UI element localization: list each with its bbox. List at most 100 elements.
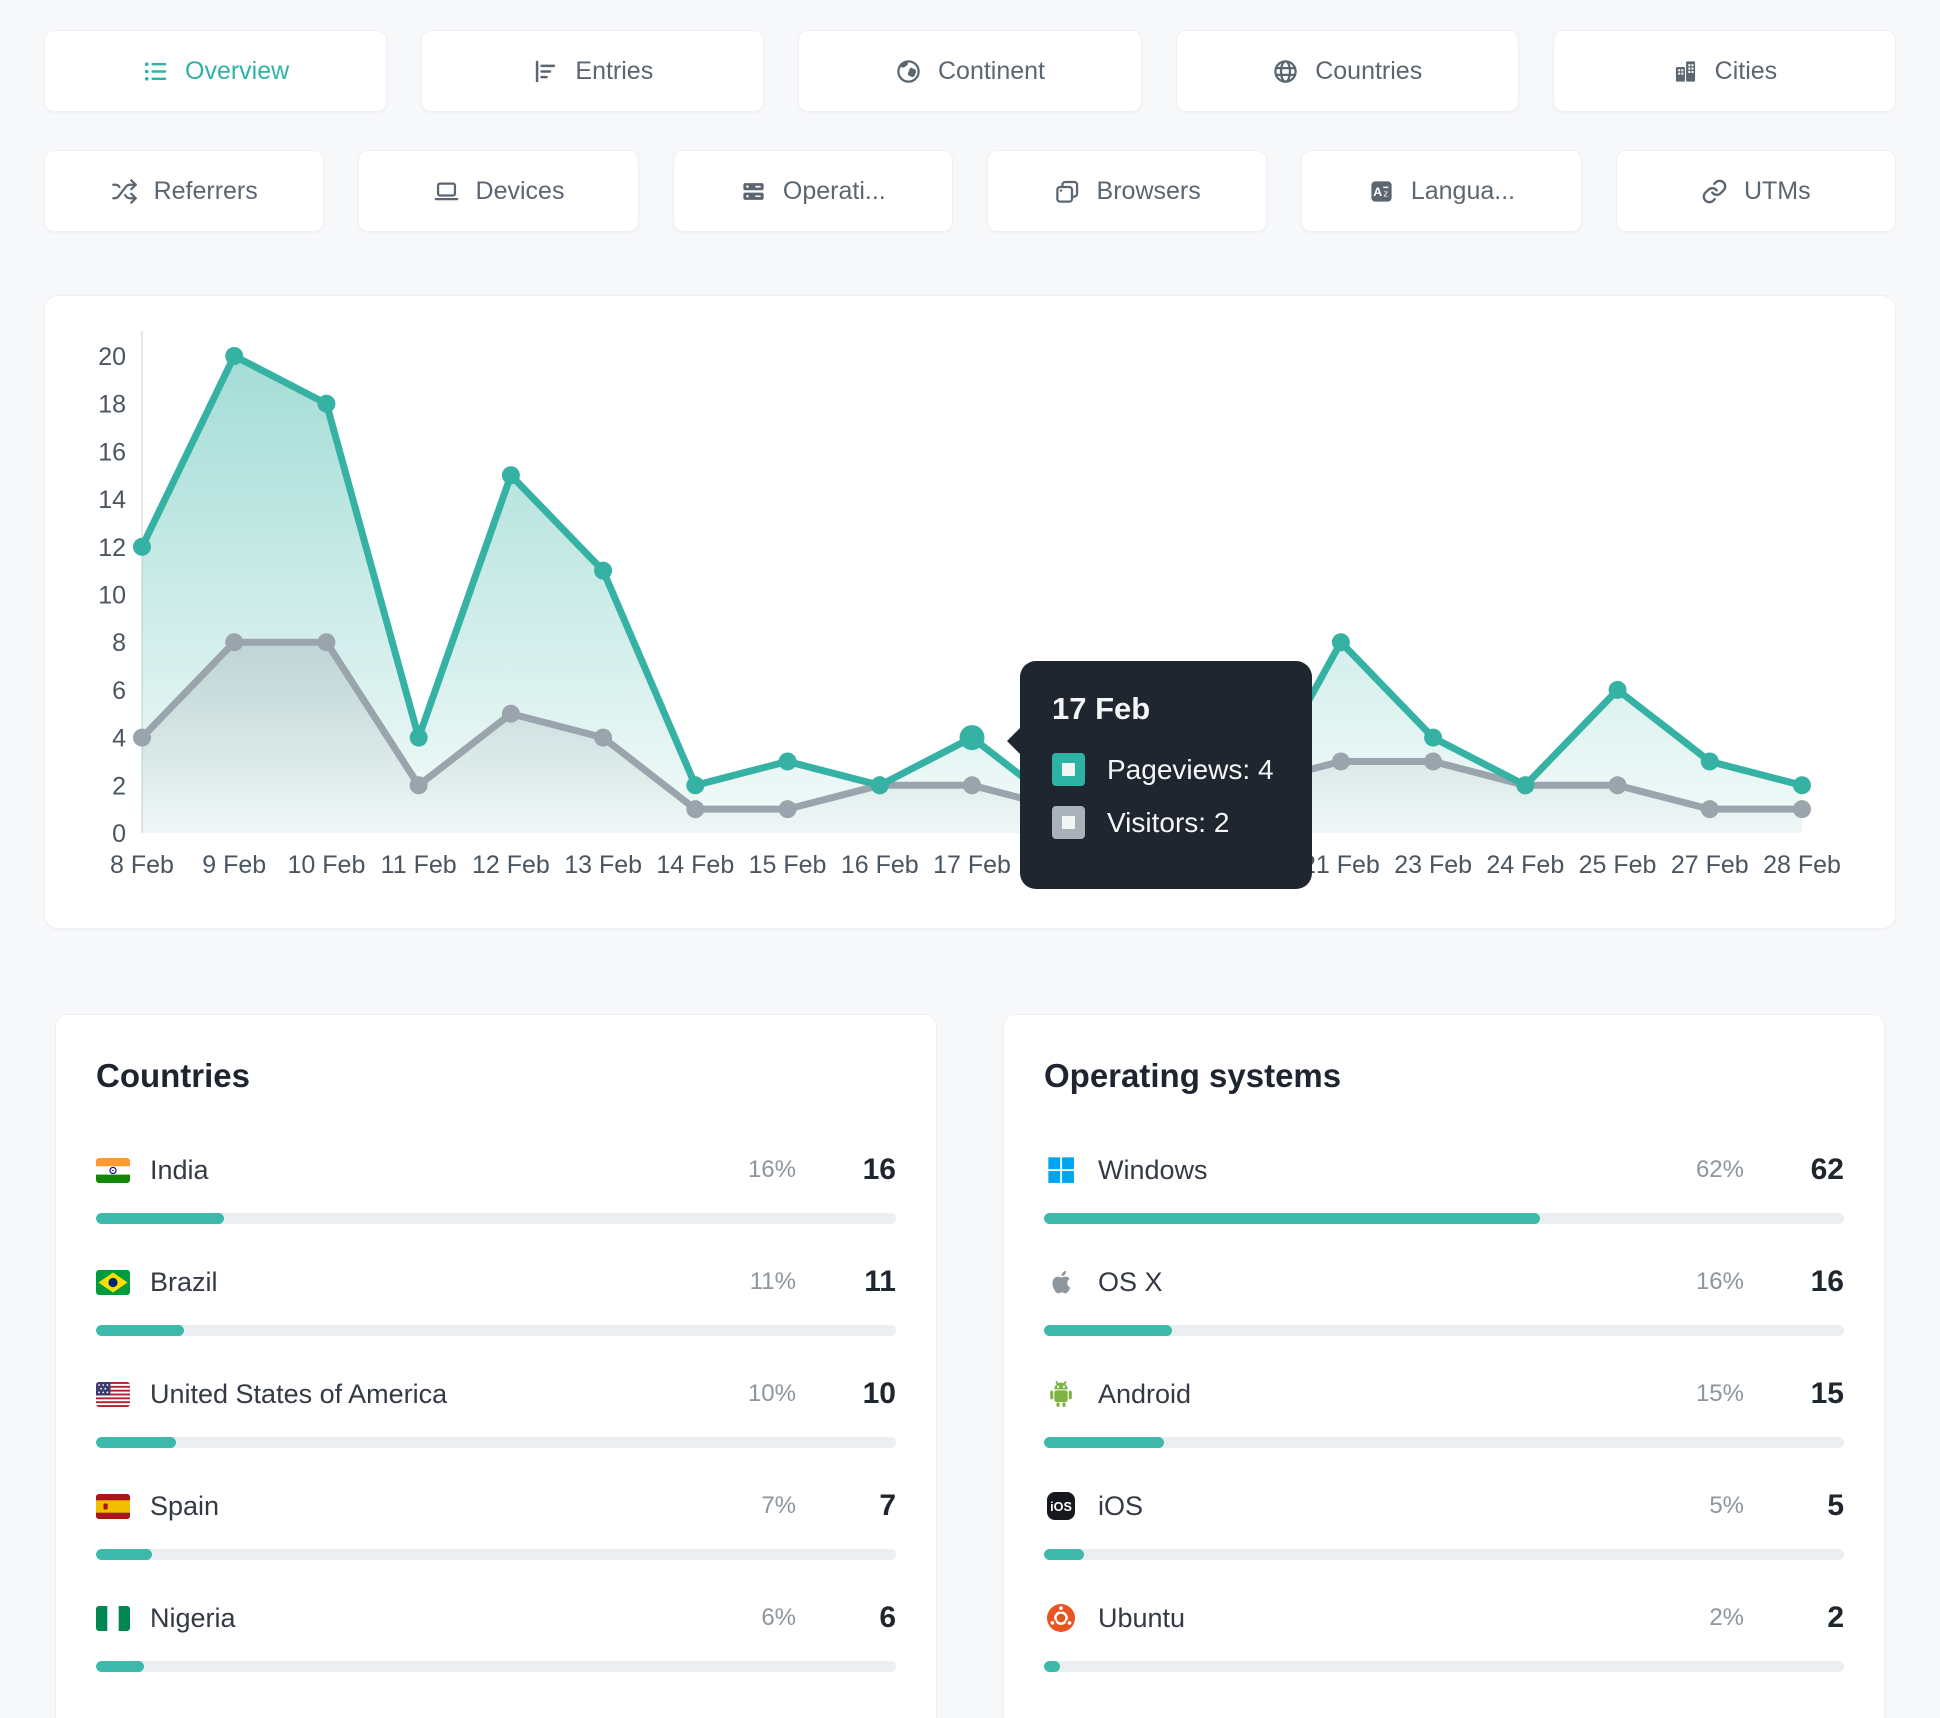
os-name: OS X <box>1098 1266 1163 1297</box>
progress-track <box>96 1325 896 1336</box>
svg-text:14: 14 <box>98 486 126 514</box>
progress-fill <box>1044 1213 1540 1224</box>
list-item-india[interactable]: India 16% 16 <box>96 1153 896 1224</box>
list-item-osx[interactable]: OS X 16% 16 <box>1044 1265 1844 1336</box>
country-percent: 11% <box>749 1268 796 1295</box>
tab-label: Countries <box>1315 56 1423 85</box>
tab-label: Browsers <box>1096 176 1201 205</box>
os-name: Windows <box>1098 1154 1208 1185</box>
list-item-spain[interactable]: Spain 7% 7 <box>96 1489 896 1560</box>
svg-text:25 Feb: 25 Feb <box>1579 851 1657 879</box>
progress-fill <box>96 1549 152 1560</box>
country-percent: 6% <box>761 1604 796 1631</box>
buildings-icon <box>1672 58 1699 85</box>
tab-devices[interactable]: Devices <box>358 150 639 232</box>
progress-track <box>1044 1213 1844 1224</box>
tab-utms[interactable]: UTMs <box>1615 150 1896 232</box>
tab-label: Entries <box>575 56 654 85</box>
list-item-windows[interactable]: Windows 62% 62 <box>1044 1153 1844 1224</box>
earth-icon <box>895 58 922 85</box>
svg-text:z: z <box>1383 188 1388 199</box>
panel-title: Operating systems <box>1044 1057 1342 1094</box>
ubuntu-logo-icon <box>1044 1602 1078 1634</box>
tab-label: Langua... <box>1410 176 1516 205</box>
progress-track <box>1044 1549 1844 1560</box>
line-chart-svg[interactable]: 0 2 4 6 8 10 12 14 16 18 20 8 Feb 9 Feb 10 Feb 11 Feb 1… <box>45 296 1890 896</box>
tooltip-visitors-text: Visitors: 2 <box>1107 806 1230 838</box>
country-percent: 7% <box>761 1492 796 1519</box>
list-item-brazil[interactable]: Brazil 11% 11 <box>96 1265 896 1336</box>
progress-fill <box>96 1325 184 1336</box>
tooltip-pageviews-text: Pageviews: 4 <box>1107 753 1274 785</box>
shuffle-icon <box>111 178 138 205</box>
svg-text:20: 20 <box>98 343 126 371</box>
android-logo-icon <box>1044 1378 1078 1410</box>
progress-track <box>96 1549 896 1560</box>
tab-languages[interactable]: Az Langua... <box>1301 150 1582 232</box>
tab-cities[interactable]: Cities <box>1552 30 1897 112</box>
operating-systems-panel: Operating systems Windows 62% 62 OS X 16… <box>1003 1014 1885 1718</box>
progress-fill <box>96 1661 144 1672</box>
tab-countries[interactable]: Countries <box>1175 30 1519 112</box>
tab-continent[interactable]: Continent <box>798 30 1142 112</box>
windows-logo-icon <box>1044 1154 1078 1186</box>
server-icon <box>740 178 767 205</box>
svg-text:16: 16 <box>98 438 126 466</box>
progress-fill <box>96 1213 224 1224</box>
chart-tooltip: 17 Feb Pageviews: 4 Visitors: 2 <box>1007 661 1312 889</box>
svg-text:0: 0 <box>112 820 126 848</box>
svg-text:A: A <box>1373 185 1382 199</box>
stats-panels: Countries India 16% 16 Brazil 11% 11 Uni… <box>44 1014 1896 1718</box>
tab-overview[interactable]: Overview <box>44 30 388 112</box>
tooltip-date: 17 Feb <box>1052 691 1151 726</box>
list-item-android[interactable]: Android 15% 15 <box>1044 1377 1844 1448</box>
india-flag <box>96 1157 130 1183</box>
progress-track <box>1044 1437 1844 1448</box>
os-percent: 62% <box>1695 1156 1744 1183</box>
nigeria-flag <box>96 1605 130 1631</box>
tab-label: Overview <box>185 56 290 85</box>
browser-windows-icon <box>1054 178 1081 205</box>
list-item-nigeria[interactable]: Nigeria 6% 6 <box>96 1601 896 1672</box>
bar-chart-icon <box>532 58 559 85</box>
tab-label: UTMs <box>1743 176 1811 205</box>
progress-fill <box>1044 1437 1164 1448</box>
tab-entries[interactable]: Entries <box>421 30 765 112</box>
spain-flag <box>96 1493 130 1519</box>
country-count: 11 <box>864 1265 896 1298</box>
progress-fill <box>1044 1549 1084 1560</box>
svg-text:9 Feb: 9 Feb <box>202 851 266 879</box>
progress-track <box>1044 1325 1844 1336</box>
link-icon <box>1701 178 1728 205</box>
svg-text:8: 8 <box>112 629 126 657</box>
tab-label: Referrers <box>153 176 258 205</box>
os-count: 62 <box>1810 1153 1844 1186</box>
visitors-marker-icon <box>1052 806 1085 839</box>
svg-text:8 Feb: 8 Feb <box>110 851 174 879</box>
svg-text:2: 2 <box>112 772 126 800</box>
list-item-usa[interactable]: United States of America 10% 10 <box>96 1377 896 1448</box>
svg-text:24 Feb: 24 Feb <box>1486 851 1564 879</box>
tab-browsers[interactable]: Browsers <box>986 150 1268 232</box>
svg-text:18: 18 <box>98 391 126 419</box>
translate-icon: Az <box>1368 178 1395 205</box>
svg-text:27 Feb: 27 Feb <box>1671 851 1749 879</box>
os-percent: 16% <box>1695 1268 1744 1295</box>
os-percent: 15% <box>1695 1380 1744 1407</box>
progress-track <box>96 1661 896 1672</box>
svg-text:13 Feb: 13 Feb <box>564 851 642 879</box>
country-name: United States of America <box>150 1378 448 1409</box>
tab-row-primary: Overview Entries Continent Countries Cit… <box>44 0 1897 112</box>
list-item-ios[interactable]: iOS iOS 5% 5 <box>1044 1489 1844 1560</box>
tab-operating-systems[interactable]: Operati... <box>672 150 953 232</box>
analytics-dashboard: Overview Entries Continent Countries Cit… <box>0 0 1940 1718</box>
country-count: 7 <box>879 1489 896 1522</box>
list-item-ubuntu[interactable]: Ubuntu 2% 2 <box>1044 1601 1844 1672</box>
brazil-flag <box>96 1269 130 1295</box>
svg-text:10 Feb: 10 Feb <box>288 851 366 879</box>
tab-referrers[interactable]: Referrers <box>44 150 325 232</box>
svg-text:17 Feb: 17 Feb <box>933 851 1011 879</box>
os-count: 2 <box>1827 1601 1844 1634</box>
svg-text:14 Feb: 14 Feb <box>656 851 734 879</box>
country-name: India <box>150 1154 209 1185</box>
